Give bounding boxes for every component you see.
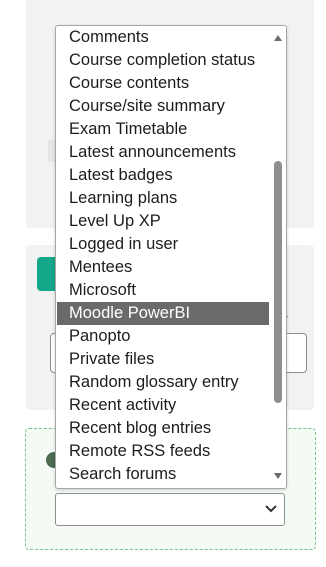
dropdown-scrollbar[interactable] (271, 26, 285, 488)
dropdown-option[interactable]: Learning plans (57, 187, 269, 210)
dropdown-option[interactable]: Remote RSS feeds (57, 440, 269, 463)
dropdown-option[interactable]: Panopto (57, 325, 269, 348)
scroll-down-arrow-icon[interactable] (274, 473, 282, 479)
dropdown-option[interactable]: Course contents (57, 72, 269, 95)
add-block-dropdown-list[interactable]: Comments Course completion status Course c… (55, 25, 287, 489)
dropdown-option[interactable]: Mentees (57, 256, 269, 279)
dropdown-option[interactable]: Private files (57, 348, 269, 371)
add-block-select[interactable] (55, 493, 285, 526)
scroll-thumb[interactable] (274, 161, 282, 403)
dropdown-option[interactable]: Search forums (57, 463, 269, 486)
dropdown-option[interactable]: Course completion status (57, 49, 269, 72)
dropdown-option[interactable]: Moodle PowerBI (57, 302, 269, 325)
dropdown-option[interactable]: Latest announcements (57, 141, 269, 164)
chevron-down-icon (265, 505, 277, 513)
dropdown-option[interactable]: Logged in user (57, 233, 269, 256)
dropdown-option[interactable]: Recent blog entries (57, 417, 269, 440)
dropdown-option[interactable]: Exam Timetable (57, 118, 269, 141)
scroll-up-arrow-icon[interactable] (274, 35, 282, 41)
dropdown-option[interactable]: Level Up XP (57, 210, 269, 233)
dropdown-option[interactable]: Microsoft (57, 279, 269, 302)
dropdown-options: Comments Course completion status Course c… (57, 26, 269, 486)
dropdown-option[interactable]: Random glossary entry (57, 371, 269, 394)
dropdown-option[interactable]: Latest badges (57, 164, 269, 187)
dropdown-option[interactable]: Recent activity (57, 394, 269, 417)
dropdown-option[interactable]: Comments (57, 26, 269, 49)
dropdown-option[interactable]: Course/site summary (57, 95, 269, 118)
